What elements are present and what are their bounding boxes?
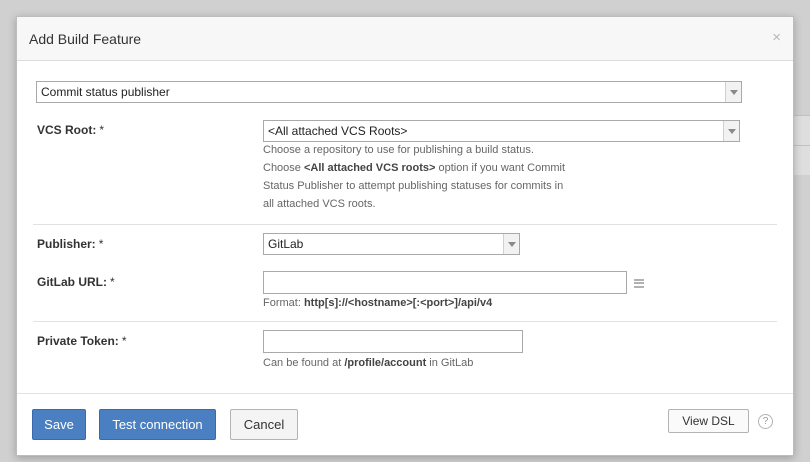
save-button[interactable]: Save bbox=[32, 409, 86, 440]
vcs-root-select[interactable]: <All attached VCS Roots> bbox=[263, 120, 740, 142]
cancel-button[interactable]: Cancel bbox=[230, 409, 298, 440]
help-bold-text: http[s]://<hostname>[:<port>]/api/v4 bbox=[303, 297, 493, 309]
close-icon[interactable]: × bbox=[772, 29, 781, 46]
vcs-root-label: VCS Root: * bbox=[37, 123, 104, 137]
add-build-feature-dialog: Add Build Feature × Commit status publis… bbox=[16, 16, 794, 456]
help-text: Format: bbox=[263, 297, 304, 309]
help-text: option if you want Commit bbox=[435, 162, 566, 174]
vcs-root-help-line: Choose <All attached VCS roots> option i… bbox=[263, 159, 565, 177]
chevron-down-icon bbox=[503, 234, 519, 254]
help-bold-text: /profile/account bbox=[344, 357, 427, 369]
private-token-input[interactable] bbox=[263, 330, 523, 353]
vcs-root-help: Choose a repository to use for publishin… bbox=[263, 141, 565, 213]
private-token-label: Private Token: * bbox=[37, 334, 126, 348]
required-mark: * bbox=[99, 123, 104, 137]
gitlab-url-label: GitLab URL: * bbox=[37, 275, 115, 289]
required-mark: * bbox=[121, 334, 127, 348]
help-text: Choose bbox=[263, 162, 304, 174]
feature-type-selected: Commit status publisher bbox=[41, 85, 170, 99]
vcs-root-label-text: VCS Root: bbox=[37, 123, 97, 137]
test-connection-button[interactable]: Test connection bbox=[99, 409, 216, 440]
chevron-down-icon bbox=[723, 121, 739, 141]
dialog-title: Add Build Feature bbox=[29, 31, 142, 47]
chevron-down-icon bbox=[725, 82, 741, 102]
feature-type-select[interactable]: Commit status publisher bbox=[36, 81, 742, 103]
publisher-label: Publisher: * bbox=[37, 237, 103, 251]
private-token-label-text: Private Token: bbox=[37, 334, 119, 348]
required-mark: * bbox=[98, 237, 104, 251]
vcs-root-help-line: Status Publisher to attempt publishing s… bbox=[263, 180, 564, 192]
vcs-root-help-line: all attached VCS roots. bbox=[263, 198, 376, 210]
publisher-label-text: Publisher: bbox=[37, 237, 96, 251]
view-dsl-button[interactable]: View DSL bbox=[668, 409, 749, 433]
help-bold-text: <All attached VCS roots> bbox=[303, 162, 436, 174]
text-editor-icon[interactable] bbox=[634, 279, 644, 288]
dialog-footer: Save Test connection Cancel View DSL ? bbox=[17, 393, 793, 455]
help-text: in GitLab bbox=[426, 357, 474, 369]
gitlab-url-help: Format: http[s]://<hostname>[:<port>]/ap… bbox=[263, 294, 492, 312]
dialog-header: Add Build Feature × bbox=[17, 17, 793, 61]
section-divider bbox=[33, 224, 777, 225]
section-divider bbox=[33, 321, 777, 322]
private-token-help: Can be found at /profile/account in GitL… bbox=[263, 354, 473, 372]
gitlab-url-label-text: GitLab URL: bbox=[37, 275, 107, 289]
publisher-selected: GitLab bbox=[268, 237, 304, 251]
publisher-select[interactable]: GitLab bbox=[263, 233, 520, 255]
help-text: Can be found at bbox=[263, 357, 345, 369]
help-icon[interactable]: ? bbox=[758, 414, 773, 429]
required-mark: * bbox=[110, 275, 115, 289]
vcs-root-selected: <All attached VCS Roots> bbox=[268, 124, 408, 138]
vcs-root-help-line: Choose a repository to use for publishin… bbox=[263, 144, 534, 156]
gitlab-url-input[interactable] bbox=[263, 271, 627, 294]
